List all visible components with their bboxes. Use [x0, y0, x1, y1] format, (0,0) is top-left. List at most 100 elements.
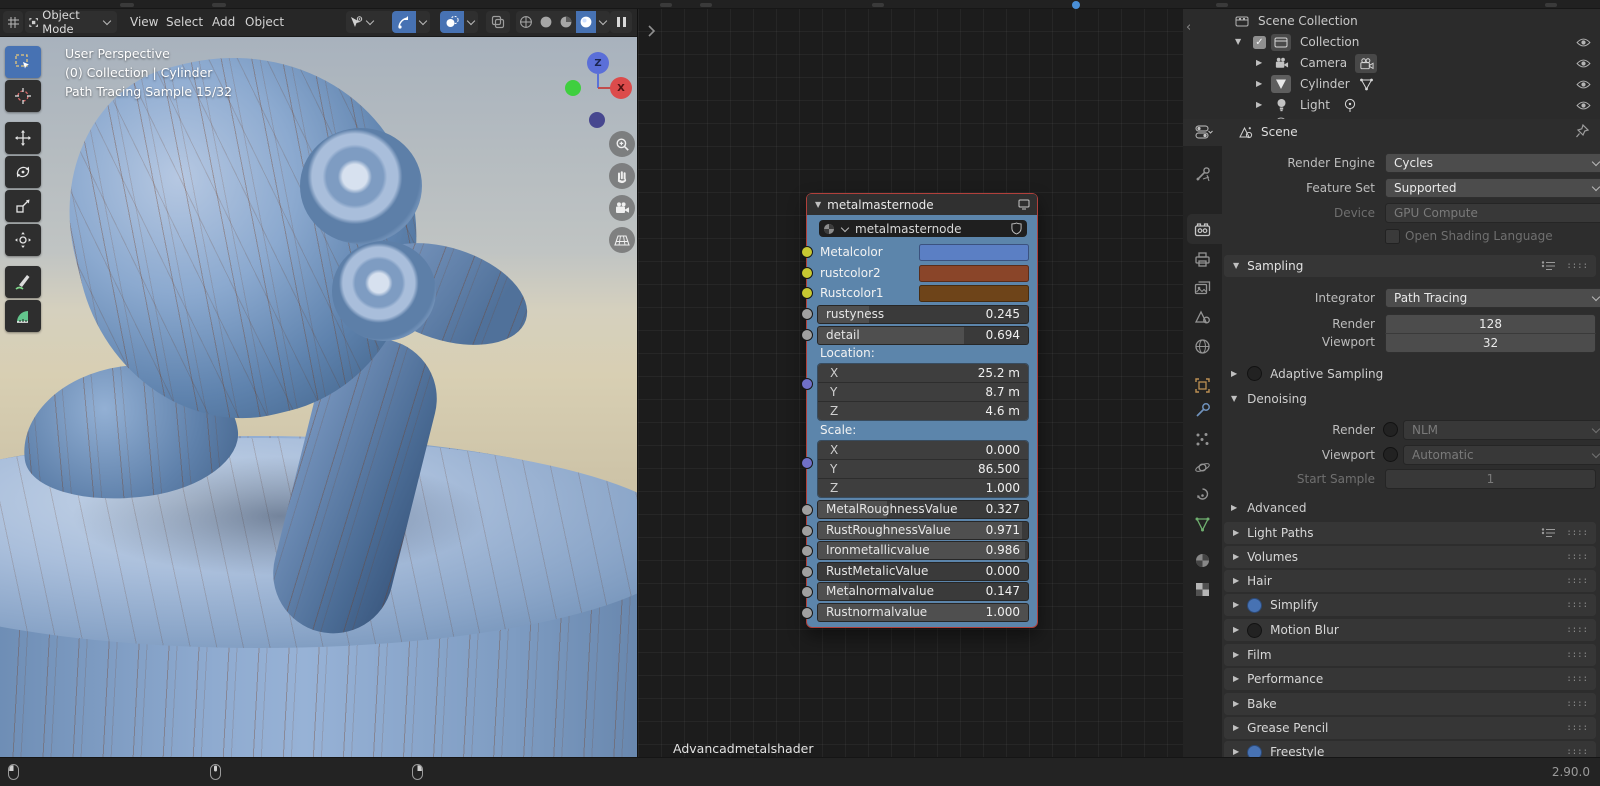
tab-tool[interactable] — [1194, 166, 1211, 183]
socket-metalcolor[interactable] — [801, 246, 813, 258]
menu-add[interactable]: Add — [208, 8, 239, 36]
tab-object-data[interactable] — [1194, 516, 1211, 533]
menu-select[interactable]: Select — [162, 8, 207, 36]
tool-transform[interactable] — [5, 224, 41, 256]
slider-metalroughnessvalue[interactable]: MetalRoughnessValue 0.327 — [817, 500, 1029, 519]
tab-particles[interactable] — [1194, 431, 1211, 448]
vector-row-z[interactable]: Z 1.000 — [818, 479, 1028, 497]
shading-solid-button[interactable] — [536, 11, 556, 33]
samples-viewport-field[interactable]: 32 — [1385, 333, 1596, 353]
socket-detail[interactable] — [801, 329, 813, 341]
expand-icon[interactable]: ▶ — [1256, 59, 1262, 67]
integrator-dropdown[interactable]: Path Tracing — [1385, 288, 1600, 308]
socket-scale[interactable] — [801, 457, 813, 469]
zoom-button[interactable] — [609, 131, 635, 157]
fake-user-shield-icon[interactable] — [1011, 222, 1022, 235]
denoise-render-checkbox[interactable] — [1383, 422, 1398, 437]
drag-dots-icon[interactable]: :::: — [1566, 699, 1588, 709]
pan-button[interactable] — [609, 163, 635, 189]
adaptive-sampling-checkbox[interactable] — [1247, 366, 1263, 381]
motion-blur-checkbox[interactable] — [1247, 622, 1263, 638]
tab-render[interactable] — [1194, 221, 1211, 238]
tab-output[interactable] — [1194, 251, 1211, 268]
shading-material-button[interactable] — [556, 11, 576, 33]
outliner-row-scene-collection[interactable]: Scene Collection — [1183, 11, 1600, 32]
vector-row-y[interactable]: Y 8.7 m — [818, 383, 1028, 402]
outliner-row-collection[interactable]: ▼ ✓ Collection — [1183, 32, 1600, 53]
editor-type-button[interactable] — [3, 11, 23, 33]
node-header[interactable]: ▼ metalmasternode — [807, 194, 1037, 215]
outliner-row-camera[interactable]: ▶ Camera — [1183, 53, 1600, 74]
slider-rustmetalicvalue[interactable]: RustMetalicValue 0.000 — [817, 562, 1029, 581]
render-preview[interactable] — [0, 36, 637, 757]
slider-rustyness[interactable]: rustyness 0.245 — [817, 305, 1029, 324]
socket-rustyness[interactable] — [801, 308, 813, 320]
gizmo-dropdown[interactable] — [416, 11, 430, 33]
shading-dropdown[interactable] — [596, 11, 610, 33]
hide-eye-icon[interactable] — [1576, 100, 1591, 111]
menu-object[interactable]: Object — [241, 8, 288, 36]
denoise-viewport-checkbox[interactable] — [1383, 447, 1398, 462]
panel-film[interactable]: ▶ Film :::: — [1224, 644, 1596, 666]
start-sample-field[interactable]: 1 — [1385, 469, 1596, 489]
panel-simplify[interactable]: ▶ Simplify :::: — [1224, 594, 1596, 616]
outliner-row-cylinder[interactable]: ▶ Cylinder — [1183, 74, 1600, 95]
region-expand-icon[interactable] — [646, 24, 656, 38]
shading-wireframe-button[interactable] — [516, 11, 536, 33]
gizmo-z-axis[interactable]: Z — [587, 52, 609, 74]
advanced-row[interactable]: ▶ Advanced — [1231, 501, 1306, 515]
tab-texture[interactable] — [1194, 581, 1211, 598]
vector-row-x[interactable]: X 0.000 — [818, 441, 1028, 460]
socket-rustnormal[interactable] — [801, 607, 813, 619]
panel-freestyle[interactable]: ▶ Freestyle :::: — [1224, 741, 1596, 757]
collection-checkbox[interactable]: ✓ — [1253, 36, 1266, 49]
tool-rotate[interactable] — [5, 156, 41, 188]
shading-rendered-button[interactable] — [576, 11, 596, 33]
osl-checkbox[interactable] — [1385, 229, 1400, 244]
slider-rustnormalvalue[interactable]: Rustnormalvalue 1.000 — [817, 603, 1029, 622]
socket-rustmetalic[interactable] — [801, 566, 813, 578]
panel-hair[interactable]: ▶ Hair :::: — [1224, 570, 1596, 592]
gizmo-minus-axis[interactable] — [589, 112, 605, 128]
panel-performance[interactable]: ▶ Performance :::: — [1224, 668, 1596, 690]
drag-dots-icon[interactable]: :::: — [1566, 552, 1588, 562]
object-visibility-dropdown[interactable] — [346, 11, 394, 33]
mode-dropdown[interactable]: Object Mode — [25, 8, 117, 36]
properties-editor-icon[interactable] — [1195, 125, 1213, 140]
drag-dots-icon[interactable]: :::: — [1566, 650, 1588, 660]
xray-toggle[interactable] — [486, 11, 510, 33]
socket-metalroughness[interactable] — [801, 504, 813, 516]
tool-measure[interactable] — [5, 300, 41, 332]
samples-render-field[interactable]: 128 — [1385, 314, 1596, 334]
panel-bake[interactable]: ▶ Bake :::: — [1224, 693, 1596, 715]
vector-row-y[interactable]: Y 86.500 — [818, 460, 1028, 479]
slider-ironmetallicvalue[interactable]: Ironmetallicvalue 0.986 — [817, 541, 1029, 560]
denoise-render-dropdown[interactable]: NLM — [1403, 420, 1600, 440]
simplify-checkbox[interactable] — [1247, 597, 1263, 613]
socket-rustroughness[interactable] — [801, 525, 813, 537]
vector-row-x[interactable]: X 25.2 m — [818, 364, 1028, 383]
tab-world[interactable] — [1194, 338, 1211, 355]
overlays-toggle[interactable] — [440, 11, 464, 33]
expand-icon[interactable]: ▼ — [1235, 38, 1241, 46]
tab-view-layer[interactable] — [1194, 280, 1211, 297]
hide-eye-icon[interactable] — [1576, 37, 1591, 48]
drag-dots-icon[interactable]: :::: — [1566, 600, 1588, 610]
node-collapse-icon[interactable]: ▼ — [815, 200, 821, 209]
presets-icon[interactable] — [1541, 260, 1556, 272]
node-group-selector[interactable]: metalmasternode — [819, 220, 1027, 237]
render-engine-dropdown[interactable]: Cycles — [1385, 153, 1600, 173]
drag-dots-icon[interactable]: :::: — [1566, 261, 1588, 271]
tab-constraints[interactable] — [1194, 487, 1211, 504]
feature-set-dropdown[interactable]: Supported — [1385, 178, 1600, 198]
drag-dots-icon[interactable]: :::: — [1566, 528, 1588, 538]
denoising-header[interactable]: ▼ Denoising — [1231, 392, 1307, 406]
expand-icon[interactable]: ▶ — [1256, 80, 1262, 88]
presets-icon[interactable] — [1541, 527, 1556, 539]
panel-grease-pencil[interactable]: ▶ Grease Pencil :::: — [1224, 717, 1596, 739]
drag-dots-icon[interactable]: :::: — [1566, 674, 1588, 684]
pause-render-button[interactable] — [610, 11, 632, 33]
scale-vector-field[interactable]: X 0.000 Y 86.500 Z 1.000 — [817, 440, 1029, 498]
vector-row-z[interactable]: Z 4.6 m — [818, 402, 1028, 420]
tab-modifiers[interactable] — [1194, 402, 1211, 419]
